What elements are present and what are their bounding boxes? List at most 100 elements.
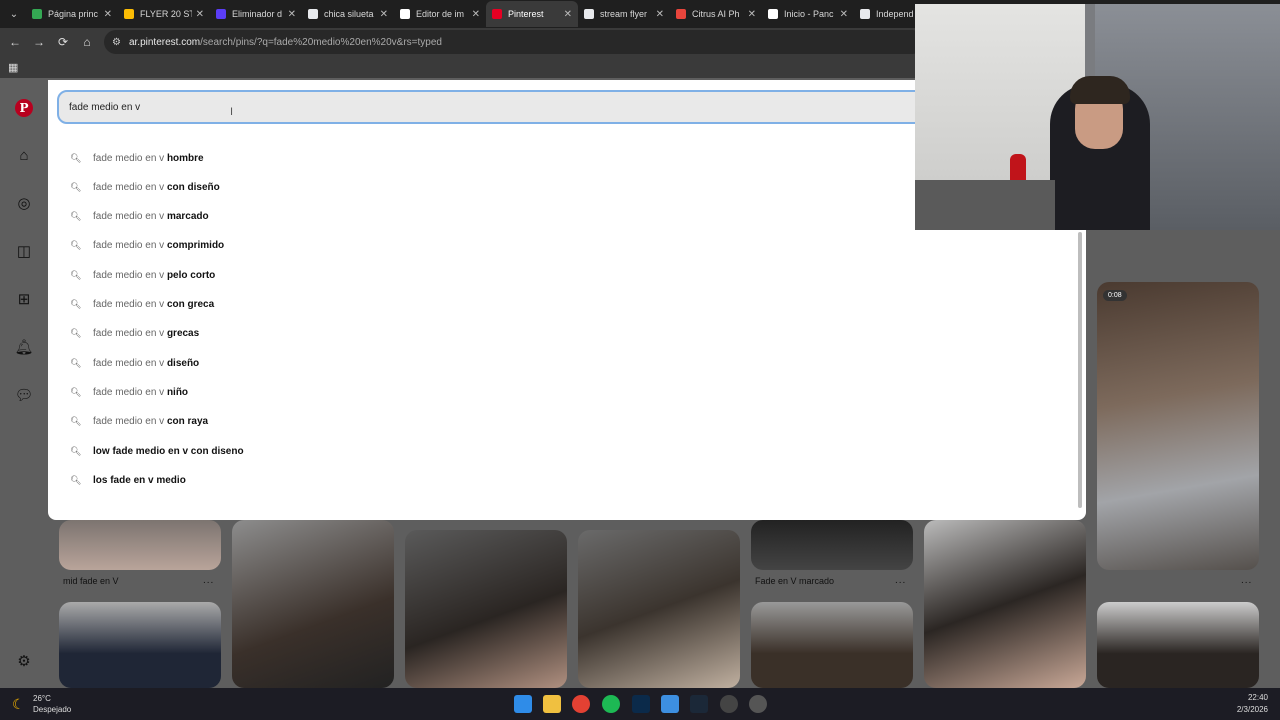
tab-close-icon[interactable]: ✕ [564, 9, 572, 20]
temperature: 26°C [33, 694, 51, 703]
messages-icon[interactable]: 💬︎ [14, 385, 34, 405]
pin-more-icon[interactable]: ... [203, 575, 214, 586]
app2-icon[interactable] [720, 695, 738, 713]
suggestion-prefix: fade medio en v [93, 386, 167, 398]
tab-close-icon[interactable]: ✕ [380, 9, 388, 20]
tab-close-icon[interactable]: ✕ [656, 9, 664, 20]
steelseries-icon[interactable] [749, 695, 767, 713]
pin-image[interactable] [1097, 282, 1259, 570]
search-input[interactable]: fade medio en v [57, 90, 927, 124]
search-suggestion[interactable]: 🔍︎ fade medio en v con diseño [70, 179, 220, 195]
file-explorer-icon[interactable] [543, 695, 561, 713]
suggestion-prefix: fade medio en v [93, 181, 167, 193]
browser-tab[interactable]: Eliminador d ✕ [210, 1, 302, 27]
pin-image[interactable] [751, 602, 913, 688]
home-icon[interactable]: ⌂ [75, 30, 99, 54]
explore-icon[interactable]: ◎ [14, 193, 34, 213]
pin-image[interactable] [232, 520, 394, 688]
webcam-overlay [915, 4, 1280, 230]
browser-tab[interactable]: chica silueta ✕ [302, 1, 394, 27]
search-suggestion[interactable]: 🔍︎ fade medio en v marcado [70, 209, 209, 225]
chrome-icon[interactable] [572, 695, 590, 713]
steam-icon[interactable] [690, 695, 708, 713]
reload-icon[interactable]: ⟳ [51, 30, 75, 54]
search-suggestion[interactable]: 🔍︎ fade medio en v diseño [70, 355, 199, 371]
pin-image[interactable] [59, 602, 221, 688]
apps-grid-icon[interactable]: ▦ [8, 61, 18, 74]
text-cursor-icon: I [230, 106, 234, 118]
start-icon[interactable] [514, 695, 532, 713]
tab-title: Pinterest [508, 9, 544, 19]
tab-title: chica silueta [324, 9, 374, 19]
browser-tab[interactable]: Citrus AI Ph ✕ [670, 1, 762, 27]
tab-favicon-icon [676, 9, 686, 19]
settings-icon[interactable]: ⚙ [14, 651, 34, 671]
pin-more-icon[interactable]: ... [1241, 575, 1252, 586]
spotify-icon[interactable] [602, 695, 620, 713]
search-suggestion[interactable]: 🔍︎ fade medio en v comprimido [70, 238, 224, 254]
create-icon[interactable]: ⊞ [14, 289, 34, 309]
tab-favicon-icon [492, 9, 502, 19]
tab-close-icon[interactable]: ✕ [104, 9, 112, 20]
pin-caption[interactable]: mid fade en V [63, 576, 119, 586]
tab-close-icon[interactable]: ✕ [472, 9, 480, 20]
pin-image[interactable] [924, 520, 1086, 688]
pin-image[interactable] [405, 530, 567, 688]
tab-title: Inicio - Panc [784, 9, 834, 19]
pin-more-icon[interactable]: ... [895, 575, 906, 586]
pin-image[interactable] [59, 520, 221, 570]
site-info-icon[interactable]: ⚙ [112, 37, 121, 48]
tab-favicon-icon [768, 9, 778, 19]
search-suggestion[interactable]: 🔍︎ fade medio en v niño [70, 384, 188, 400]
search-icon: 🔍︎ [70, 416, 82, 427]
home-nav-icon[interactable]: ⌂ [14, 145, 34, 165]
dropdown-scrollbar[interactable] [1078, 232, 1082, 508]
browser-tab[interactable]: Pinterest ✕ [486, 1, 578, 27]
weather-widget[interactable]: 26°C Despejado [33, 693, 71, 715]
search-icon: 🔍︎ [70, 240, 82, 251]
back-icon[interactable]: ← [3, 30, 27, 54]
tab-close-icon[interactable]: ✕ [196, 9, 204, 20]
moon-weather-icon[interactable]: ☾ [12, 696, 25, 713]
search-suggestion[interactable]: 🔍︎ los fade en v medio [70, 472, 186, 488]
browser-tab[interactable]: stream flyer ✕ [578, 1, 670, 27]
weather-condition: Despejado [33, 705, 72, 714]
system-clock[interactable]: 22:40 2/3/2026 [1237, 692, 1268, 716]
pin-image[interactable] [578, 530, 740, 688]
suggestion-completion: marcado [166, 211, 209, 223]
app-icon[interactable] [661, 695, 679, 713]
search-suggestion[interactable]: 🔍︎ fade medio en v pelo corto [70, 267, 215, 283]
photoshop-icon[interactable] [632, 695, 650, 713]
pin-image[interactable] [1097, 602, 1259, 688]
browser-tab[interactable]: Editor de im ✕ [394, 1, 486, 27]
tab-title: Editor de im [416, 9, 465, 19]
tab-favicon-icon [860, 9, 870, 19]
tab-search-button[interactable]: ⌄ [2, 2, 26, 26]
browser-tab[interactable]: FLYER 20 ST ✕ [118, 1, 210, 27]
search-suggestion[interactable]: 🔍︎ low fade medio en v con diseno [70, 443, 244, 459]
pin-caption[interactable]: Fade en V marcado [755, 576, 834, 586]
search-icon: 🔍︎ [70, 211, 82, 222]
tab-close-icon[interactable]: ✕ [748, 9, 756, 20]
browser-tab[interactable]: Página princ ✕ [26, 1, 118, 27]
suggestion-completion: low fade medio en v con diseno [93, 445, 244, 457]
forward-icon[interactable]: → [27, 30, 51, 54]
pinterest-logo-icon[interactable]: P [14, 98, 34, 118]
tab-close-icon[interactable]: ✕ [840, 9, 848, 20]
address-bar[interactable]: ⚙ ar.pinterest.com /search/pins/?q=fade%… [104, 30, 924, 54]
search-suggestion[interactable]: 🔍︎ fade medio en v hombre [70, 150, 204, 166]
tab-title: stream flyer [600, 9, 648, 19]
suggestion-prefix: fade medio en v [93, 416, 167, 428]
tab-favicon-icon [216, 9, 226, 19]
suggestion-prefix: fade medio en v [93, 357, 167, 369]
search-suggestion[interactable]: 🔍︎ fade medio en v con raya [70, 414, 208, 430]
boards-icon[interactable]: ◫ [14, 241, 34, 261]
browser-tab[interactable]: Inicio - Panc ✕ [762, 1, 854, 27]
tab-title: Eliminador d [232, 9, 283, 19]
pin-image[interactable] [751, 520, 913, 570]
suggestion-prefix: fade medio en v [93, 269, 167, 281]
search-suggestion[interactable]: 🔍︎ fade medio en v con greca [70, 297, 214, 313]
tab-close-icon[interactable]: ✕ [288, 9, 296, 20]
search-suggestion[interactable]: 🔍︎ fade medio en v grecas [70, 326, 199, 342]
notifications-icon[interactable]: 🔔︎ [14, 337, 34, 357]
